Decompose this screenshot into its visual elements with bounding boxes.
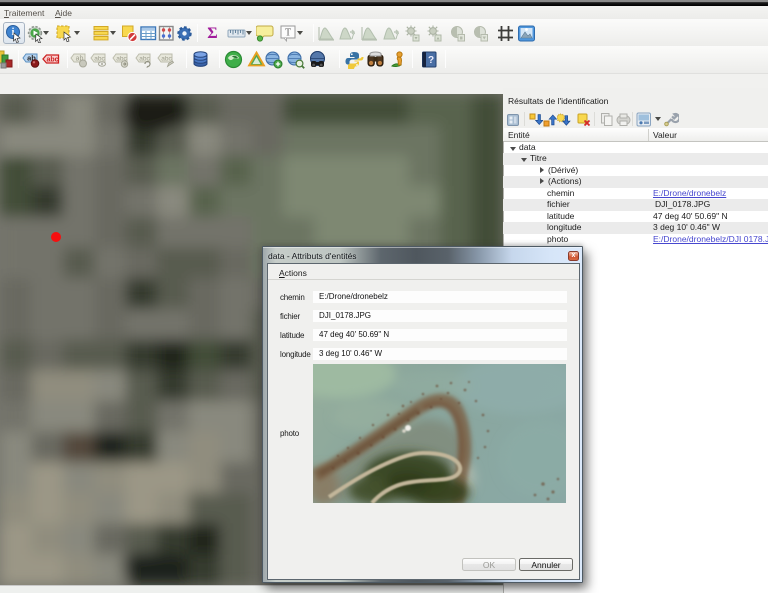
svg-text:T: T <box>285 28 291 39</box>
svg-text:?: ? <box>428 55 434 66</box>
svg-text:abc: abc <box>161 56 172 63</box>
svg-text:abc: abc <box>46 57 58 64</box>
svg-text:Σ: Σ <box>207 25 217 42</box>
svg-text:abc: abc <box>94 56 105 63</box>
